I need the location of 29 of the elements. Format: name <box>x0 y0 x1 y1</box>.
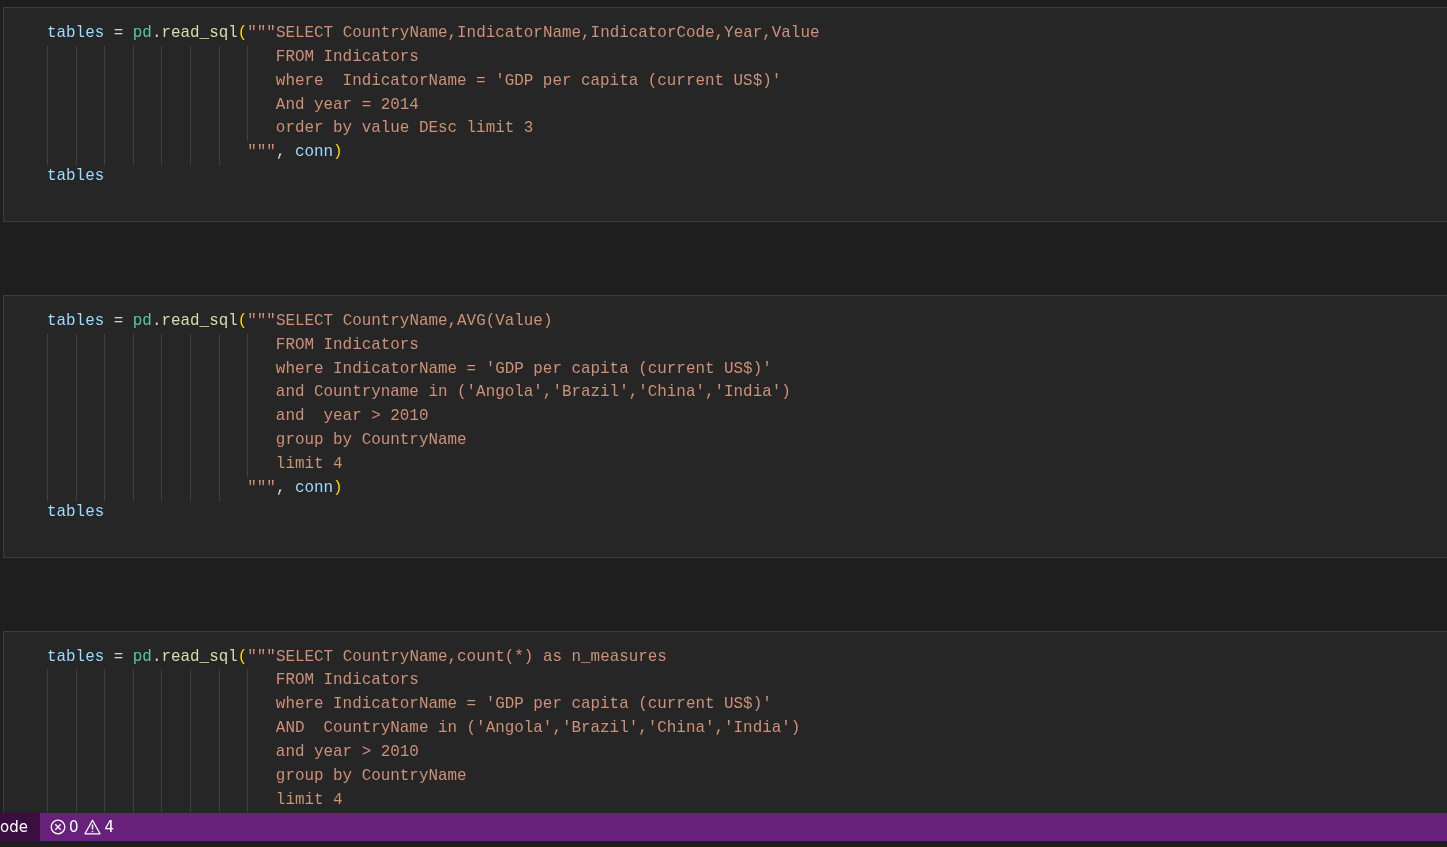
code-line: tables <box>47 501 105 523</box>
code-line: tables <box>47 166 105 188</box>
error-icon <box>49 819 66 835</box>
code-line: And year = 2014 <box>47 93 419 118</box>
code-line: tables = pd.read_sql("""SELECT CountryName,AVG(Value) <box>47 310 553 332</box>
code-line: where IndicatorName = 'GDP per capita (current US$)' <box>47 69 782 94</box>
code-line: and year > 2010 <box>47 740 419 765</box>
code-line: group by CountryName <box>47 429 467 453</box>
code-line: and year > 2010 <box>47 405 429 430</box>
code-line: order by value DEsc limit 3 <box>47 117 534 142</box>
warning-icon <box>84 819 102 835</box>
code-line: """, conn) <box>47 476 343 501</box>
code-line: where IndicatorName = 'GDP per capita (current US$)' <box>47 693 772 718</box>
code-line: group by CountryName <box>47 764 467 789</box>
error-count: 0 <box>68 816 79 838</box>
code-line: FROM Indicators <box>47 669 419 694</box>
code-line: where IndicatorName = 'GDP per capita (current US$)' <box>47 357 772 382</box>
problems-indicator[interactable]: 0 4 <box>39 815 115 839</box>
code-line: tables = pd.read_sql("""SELECT CountryName,IndicatorName,IndicatorCode,Year,Value <box>47 23 820 44</box>
code-line: limit 4 <box>47 452 343 477</box>
mode-indicator[interactable]: ode <box>0 813 40 841</box>
code-line: FROM Indicators <box>47 333 419 358</box>
code-line: and Countryname in ('Angola','Brazil','China','India') <box>47 381 791 406</box>
code-line: tables = pd.read_sql("""SELECT CountryName,count(*) as n_measures <box>47 646 667 668</box>
code-line: FROM Indicators <box>47 45 419 70</box>
code-line: AND CountryName in ('Angola','Brazil','China','India') <box>47 717 801 741</box>
code-line: """, conn) <box>47 141 343 166</box>
code-line: limit 4 <box>47 788 343 813</box>
warning-count: 4 <box>104 816 115 838</box>
